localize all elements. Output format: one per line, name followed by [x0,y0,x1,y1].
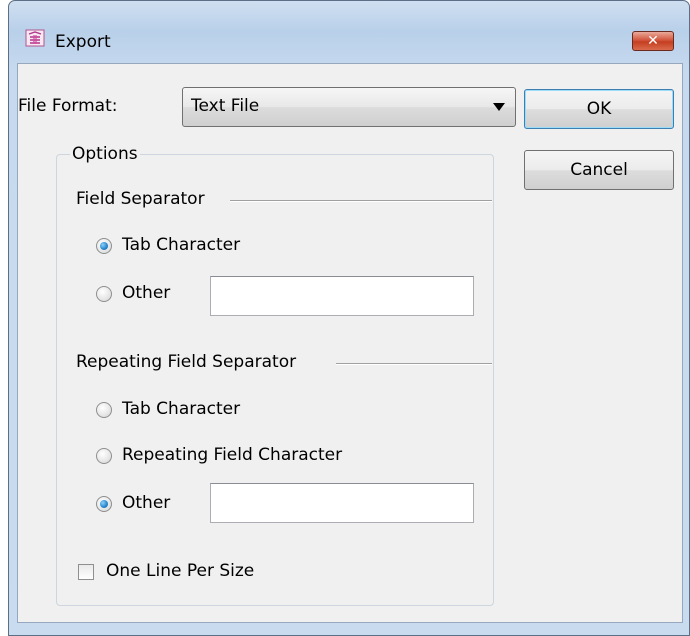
field-tab-radio[interactable] [96,238,112,254]
file-format-select[interactable]: Text File [182,87,516,127]
field-other-radio[interactable] [96,286,112,302]
field-other-label: Other [122,283,171,303]
ok-button[interactable]: OK [524,89,674,129]
export-app-icon [25,29,45,47]
file-format-label: File Format: [18,96,118,116]
title-bar[interactable]: Export ✕ [9,1,689,57]
export-dialog: Export ✕ File Format: Text File OK Cance… [8,0,690,636]
cancel-button[interactable]: Cancel [524,150,674,190]
repeating-field-char-label: Repeating Field Character [122,445,343,465]
repeating-separator-heading: Repeating Field Separator [76,352,297,372]
field-separator-heading: Field Separator [76,189,205,209]
repeating-tab-radio[interactable] [96,402,112,418]
one-line-per-size-label: One Line Per Size [106,561,255,581]
field-separator-divider [230,200,492,202]
dialog-body: File Format: Text File OK Cancel Options… [17,63,683,623]
close-button[interactable]: ✕ [632,31,674,51]
repeating-tab-label: Tab Character [122,399,241,419]
repeating-field-char-radio[interactable] [96,448,112,464]
options-group [56,154,494,606]
chevron-down-icon [493,103,505,111]
window-title: Export [55,32,111,52]
repeating-other-radio[interactable] [96,496,112,512]
options-legend: Options [70,144,140,164]
field-tab-label: Tab Character [122,235,241,255]
file-format-value: Text File [191,96,260,116]
repeating-other-input[interactable] [210,483,474,523]
repeating-other-label: Other [122,493,171,513]
repeating-separator-divider [336,363,492,365]
close-icon: ✕ [647,33,659,49]
cancel-button-label: Cancel [570,160,628,180]
one-line-per-size-checkbox[interactable] [78,564,94,580]
field-other-input[interactable] [210,276,474,316]
ok-button-label: OK [586,99,612,119]
